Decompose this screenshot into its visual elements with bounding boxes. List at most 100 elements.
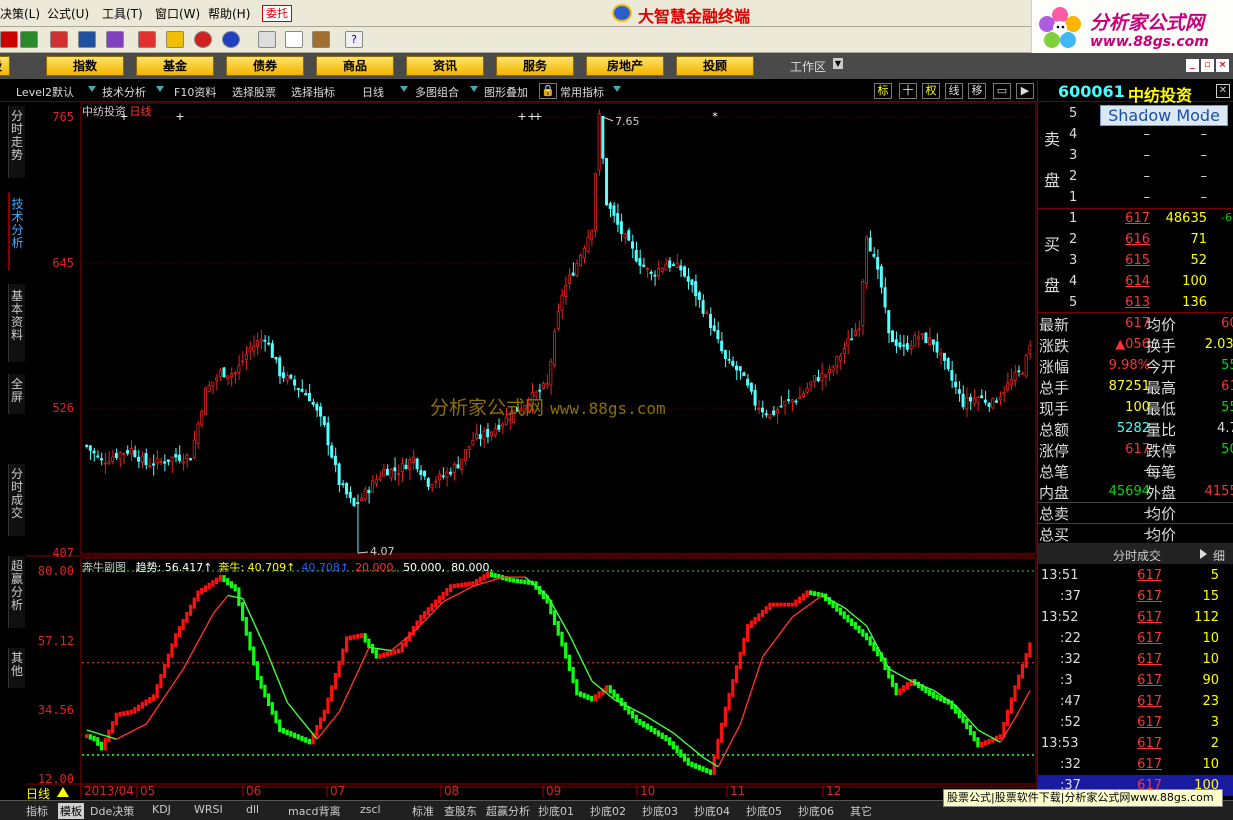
workspace-label[interactable]: 工作区 xyxy=(790,58,826,75)
bottom-tab[interactable]: 其它 xyxy=(850,803,872,819)
menu-help[interactable]: 帮助(H) xyxy=(208,5,250,22)
tab-overlay[interactable]: 图形叠加 xyxy=(484,84,528,100)
tick-row[interactable]: 13:53 617 2 xyxy=(1038,733,1233,754)
help-icon[interactable]: ? xyxy=(345,31,363,48)
ob-level: 5 xyxy=(1069,295,1078,310)
category-index[interactable]: 指数 xyxy=(46,56,124,76)
tab-common-indicators[interactable]: 常用指标 xyxy=(560,84,604,100)
close-icon[interactable]: × xyxy=(1216,59,1229,72)
diamond-icon[interactable] xyxy=(166,31,184,48)
candle-body xyxy=(749,382,753,392)
bottom-tab[interactable]: 超赢分析 xyxy=(486,803,530,819)
bottom-tab[interactable]: 标准 xyxy=(412,803,434,819)
tab-level2-default[interactable]: Level2默认 xyxy=(16,84,74,100)
bar-chart-icon[interactable] xyxy=(50,31,68,48)
brush-icon[interactable] xyxy=(106,31,124,48)
restore-icon[interactable]: ▫ xyxy=(1201,59,1214,72)
bottom-tab[interactable]: 抄底01 xyxy=(538,803,574,819)
flag-icon[interactable] xyxy=(138,31,156,48)
bull-line-segment xyxy=(286,702,292,708)
bottom-tab[interactable]: Dde决策 xyxy=(90,803,134,819)
red-circle-icon[interactable] xyxy=(194,31,212,48)
tool-line[interactable]: 线 xyxy=(945,83,963,99)
menu-formula[interactable]: 公式(U) xyxy=(47,5,89,22)
dropdown-arrow-icon[interactable] xyxy=(470,86,478,92)
dropdown-arrow-icon[interactable] xyxy=(613,86,621,92)
tool-rights[interactable]: 权 xyxy=(922,83,940,99)
tab-multi-chart[interactable]: 多图组合 xyxy=(415,84,459,100)
buy-row[interactable]: 4 614 100 xyxy=(1038,272,1233,293)
ticks-detail-tab[interactable]: 细 xyxy=(1213,547,1225,564)
buy-row[interactable]: 2 616 71 xyxy=(1038,230,1233,251)
chart-area[interactable]: 7656455264077.654.07+ + + ++ *80.0057.1234.5… xyxy=(0,102,1037,800)
tool-crosshair[interactable]: 十 xyxy=(899,83,917,99)
tab-select-stock[interactable]: 选择股票 xyxy=(232,84,276,100)
tick-row[interactable]: 13:52 617 112 xyxy=(1038,607,1233,628)
category-service[interactable]: 服务 xyxy=(496,56,574,76)
tick-row[interactable]: :37 617 15 xyxy=(1038,586,1233,607)
bottom-tab[interactable]: 抄底06 xyxy=(798,803,834,819)
quote-close-icon[interactable]: ✕ xyxy=(1216,84,1230,98)
tab-select-indicator[interactable]: 选择指标 xyxy=(291,84,335,100)
buy-row[interactable]: 1 617 48635 -6 xyxy=(1038,209,1233,230)
category-advisor[interactable]: 投顾 xyxy=(676,56,754,76)
trade-button[interactable]: 委托 xyxy=(262,5,292,22)
buy-row[interactable]: 3 615 52 xyxy=(1038,251,1233,272)
tick-volume: 2 xyxy=(1210,736,1219,751)
bottom-tab[interactable]: 模板 xyxy=(58,803,84,819)
binoculars-icon[interactable] xyxy=(78,31,96,48)
ad-banner[interactable]: 股票公式|股票软件下载|分析家公式网www.88gs.com xyxy=(943,789,1223,807)
menu-tools[interactable]: 工具(T) xyxy=(102,5,143,22)
refresh-icon[interactable] xyxy=(20,31,38,48)
tab-technical-analysis[interactable]: 技术分析 xyxy=(102,84,146,100)
candle-body xyxy=(590,230,594,241)
dropdown-arrow-icon[interactable] xyxy=(156,86,164,92)
menu-decision[interactable]: 决策(L) xyxy=(0,5,40,22)
bottom-tab[interactable]: macd背离 xyxy=(288,803,341,819)
tick-row[interactable]: :32 617 10 xyxy=(1038,649,1233,670)
minimize-icon[interactable]: _ xyxy=(1186,59,1199,72)
bottom-tab[interactable]: zscl xyxy=(360,803,381,816)
candle-body xyxy=(311,401,315,405)
blue-circle-icon[interactable] xyxy=(222,31,240,48)
category-commodity[interactable]: 商品 xyxy=(316,56,394,76)
dropdown-arrow-icon[interactable] xyxy=(400,86,408,92)
tick-row[interactable]: :3 617 90 xyxy=(1038,670,1233,691)
dropdown-arrow-icon[interactable] xyxy=(88,86,96,92)
fullscreen-icon[interactable]: ▭ xyxy=(993,83,1011,99)
bottom-tab[interactable]: dll xyxy=(246,803,259,816)
bottom-tab[interactable]: 抄底03 xyxy=(642,803,678,819)
tab-daily[interactable]: 日线 xyxy=(362,84,384,100)
print-icon[interactable] xyxy=(258,31,276,48)
workspace-dropdown-icon[interactable]: ▼ xyxy=(833,58,843,69)
next-page-icon[interactable]: ▶ xyxy=(1016,83,1034,99)
bottom-tab[interactable]: 抄底05 xyxy=(746,803,782,819)
menu-window[interactable]: 窗口(W) xyxy=(155,5,200,22)
bottom-tab[interactable]: WRSI xyxy=(194,803,223,816)
category-stock[interactable]: 股 xyxy=(0,56,10,76)
tool-mark[interactable]: 标 xyxy=(874,83,892,99)
tick-row[interactable]: :22 617 10 xyxy=(1038,628,1233,649)
play-arrow-icon[interactable] xyxy=(1200,549,1207,559)
bottom-tab[interactable]: 抄底04 xyxy=(694,803,730,819)
tick-row[interactable]: 13:51 617 5 xyxy=(1038,565,1233,586)
bottom-tab[interactable]: 抄底02 xyxy=(590,803,626,819)
category-news[interactable]: 资讯 xyxy=(406,56,484,76)
category-real-estate[interactable]: 房地产 xyxy=(586,56,664,76)
buy-row[interactable]: 5 613 136 xyxy=(1038,293,1233,314)
tab-f10[interactable]: F10资料 xyxy=(174,84,216,100)
tool-move[interactable]: 移 xyxy=(968,83,986,99)
lock-icon[interactable]: 🔒 xyxy=(539,83,557,99)
brand-banner[interactable]: 分析家公式网 www.88gs.com xyxy=(1031,0,1233,57)
tick-row[interactable]: :52 617 3 xyxy=(1038,712,1233,733)
category-fund[interactable]: 基金 xyxy=(136,56,214,76)
window-icon[interactable] xyxy=(285,31,303,48)
bottom-tab[interactable]: 查股东 xyxy=(444,803,477,819)
books-icon[interactable] xyxy=(312,31,330,48)
bottom-tab[interactable]: KDJ xyxy=(152,803,171,816)
category-bond[interactable]: 债券 xyxy=(226,56,304,76)
tick-row[interactable]: :47 617 23 xyxy=(1038,691,1233,712)
tick-row[interactable]: :32 617 10 xyxy=(1038,754,1233,775)
back-icon[interactable] xyxy=(0,31,18,48)
bottom-tab[interactable]: 指标 xyxy=(26,803,48,819)
